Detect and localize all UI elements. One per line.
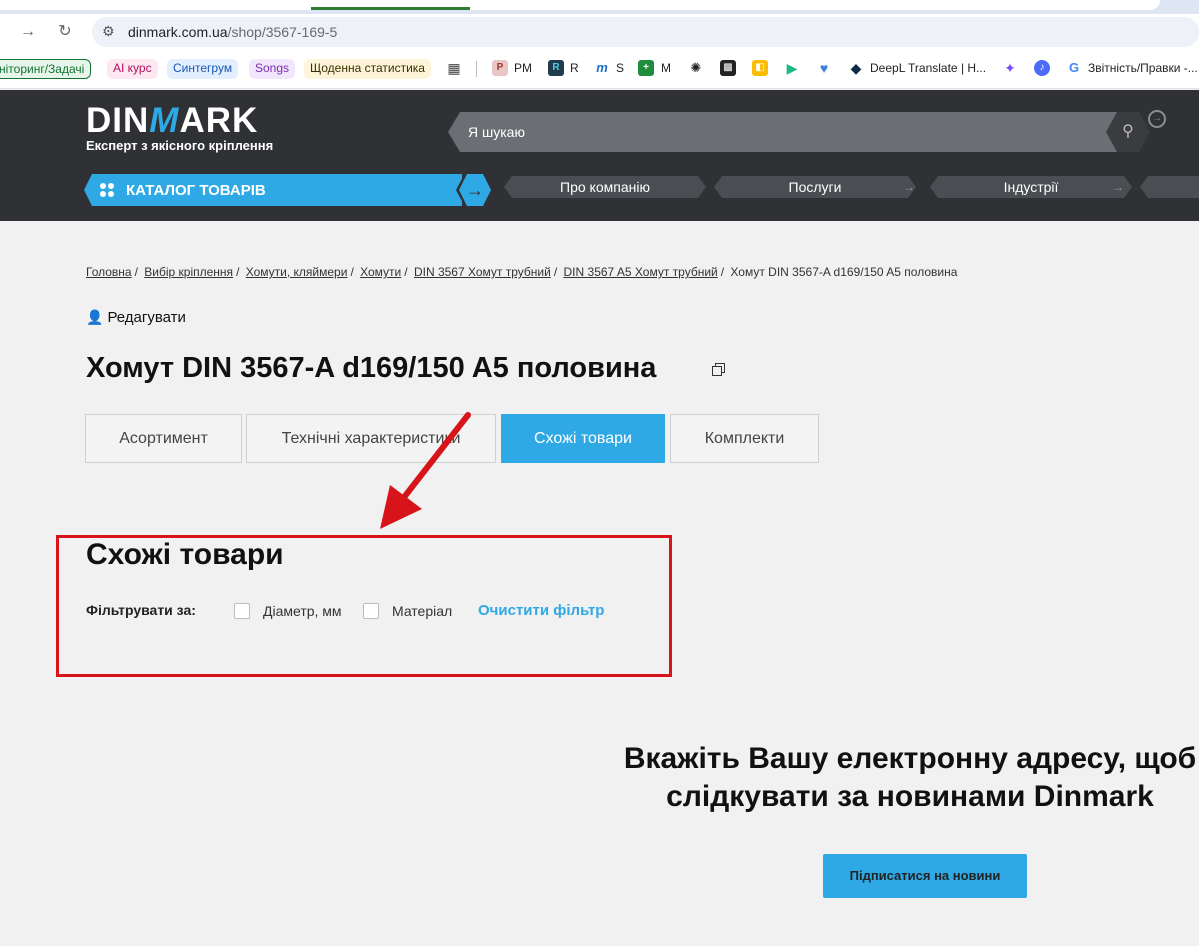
play-app-icon[interactable]: ▶ [784, 60, 800, 76]
grid-dots-icon [100, 183, 114, 197]
apps-grid-icon[interactable]: ▦ [446, 60, 462, 76]
breadcrumb-home[interactable]: Головна [86, 265, 132, 279]
arrow-right-icon: → [459, 174, 491, 206]
bookmark-songs[interactable]: Songs [249, 59, 296, 79]
filter-material-label[interactable]: Матеріал [392, 603, 452, 619]
breadcrumb-current: Хомут DIN 3567-A d169/150 A5 половина [730, 265, 958, 279]
bookmark-divider [476, 61, 477, 77]
browser-tabstrip [0, 0, 1199, 14]
breadcrumb-fastener-choice[interactable]: Вибір кріплення [144, 265, 233, 279]
bookmark-pm[interactable]: PM [514, 59, 538, 79]
similar-title: Схожі товари [86, 538, 284, 571]
subscribe-button[interactable]: Підписатися на новини [823, 854, 1027, 898]
chat-app-icon[interactable]: ◧ [752, 60, 768, 76]
breadcrumb-hose-clamps[interactable]: Хомути [360, 265, 401, 279]
deepl-icon: ◆ [848, 60, 864, 76]
forward-icon[interactable]: → [18, 22, 38, 42]
bookmarks-bar: ніторинг/Задачі AI курс Синтегрум Songs … [0, 50, 1199, 89]
user-settings-icon: 👤 [86, 309, 104, 325]
breadcrumb-din3567[interactable]: DIN 3567 Хомут трубний [414, 265, 551, 279]
bookmark-deepl[interactable]: DeepL Translate | H... [870, 59, 992, 79]
menu-services[interactable]: Послуги [714, 176, 916, 198]
openai-icon[interactable]: ✺ [688, 60, 704, 76]
bookmark-daily-stats[interactable]: Щоденна статистика [304, 59, 431, 79]
bookmark-reports[interactable]: Звітність/Правки -... [1088, 59, 1199, 79]
catalog-button[interactable]: КАТАЛОГ ТОВАРІВ [84, 174, 462, 206]
arrow-right-icon[interactable]: → [1148, 110, 1166, 128]
search-icon: ⚲ [1122, 123, 1134, 140]
menu-about[interactable]: Про компанію [504, 176, 706, 198]
copy-icon[interactable] [712, 363, 726, 377]
grid-app-icon[interactable]: ▩ [720, 60, 736, 76]
bookmark-ai-course[interactable]: AI курс [107, 59, 158, 79]
breadcrumb-clamps[interactable]: Хомути, кляймери [246, 265, 348, 279]
voice-app-icon[interactable]: ♪ [1034, 60, 1050, 76]
menu-services-arrow-icon[interactable]: → [899, 178, 919, 196]
tab-similar[interactable]: Схожі товари [501, 414, 665, 463]
url-text[interactable]: dinmark.com.ua/shop/3567-169-5 [128, 24, 337, 40]
search-box: Я шукаю ⚲ [448, 112, 1150, 152]
bookmark-syntegrum[interactable]: Синтегрум [167, 59, 239, 79]
page-title: Хомут DIN 3567-A d169/150 A5 половина [86, 352, 657, 384]
search-placeholder: Я шукаю [468, 124, 525, 140]
filter-material-checkbox[interactable] [363, 603, 379, 619]
bookmark-monitoring[interactable]: ніторинг/Задачі [0, 59, 92, 79]
heart-app-icon[interactable]: ♥ [816, 60, 832, 76]
tab-kits[interactable]: Комплекти [670, 414, 819, 463]
edit-label: Редагувати [107, 309, 186, 326]
filter-label: Фільтрувати за: [86, 602, 196, 618]
reload-icon[interactable]: ↻ [55, 22, 75, 42]
clear-filter-link[interactable]: Очистити фільтр [478, 602, 604, 619]
omnibox[interactable]: ⚙ dinmark.com.ua/shop/3567-169-5 [92, 17, 1199, 47]
menu-industries[interactable]: Індустрії [930, 176, 1132, 198]
subscribe-heading: Вкажіть Вашу електронну адресу, щоб слід… [623, 742, 1197, 813]
logo-tagline: Експерт з якісного кріплення [86, 138, 274, 153]
tab-loading-bar [311, 7, 470, 10]
catalog-label: КАТАЛОГ ТОВАРІВ [126, 182, 266, 199]
menu-item-partial[interactable] [1140, 176, 1199, 198]
dinmark-logo[interactable]: DINMARK [86, 101, 258, 141]
site-header: DINMARK Експерт з якісного кріплення Я ш… [0, 90, 1199, 221]
m-bookmark-icon: + [638, 60, 654, 76]
edit-link[interactable]: 👤 Редагувати [86, 309, 186, 326]
filter-diameter-checkbox[interactable] [234, 603, 250, 619]
r-bookmark-icon: R [548, 60, 564, 76]
pm-bookmark-icon: P [492, 60, 508, 76]
active-tab[interactable] [0, 0, 1160, 10]
google-icon: G [1066, 60, 1082, 76]
gemini-icon[interactable]: ✦ [1002, 60, 1018, 76]
s-bookmark-icon: m [594, 60, 610, 76]
tab-assortment[interactable]: Асортимент [85, 414, 242, 463]
filter-diameter-label[interactable]: Діаметр, мм [263, 603, 342, 619]
bookmark-m[interactable]: M [661, 59, 677, 79]
annotation-arrow-icon [380, 412, 471, 529]
site-info-icon[interactable]: ⚙ [102, 23, 115, 40]
breadcrumb-din3567-a5[interactable]: DIN 3567 A5 Хомут трубний [564, 265, 718, 279]
search-input[interactable]: Я шукаю [448, 112, 1128, 152]
address-bar: → ↻ ⚙ dinmark.com.ua/shop/3567-169-5 [0, 14, 1199, 50]
breadcrumb: Головна / Вибір кріплення / Хомути, кляйме… [86, 265, 958, 279]
menu-industries-arrow-icon[interactable]: → [1108, 178, 1128, 196]
bookmark-s[interactable]: S [616, 59, 630, 79]
bookmark-r[interactable]: R [570, 59, 585, 79]
